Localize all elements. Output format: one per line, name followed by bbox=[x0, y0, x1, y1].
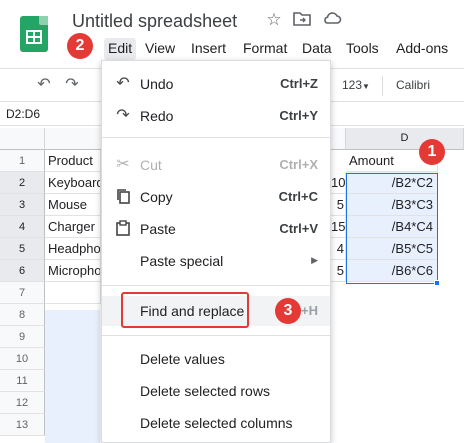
find-replace-highlight-box bbox=[121, 292, 249, 328]
menu-format[interactable]: Format bbox=[239, 38, 291, 60]
menu-item-delete-values[interactable]: Delete values bbox=[102, 344, 330, 374]
column-header-d[interactable]: D bbox=[346, 128, 464, 150]
number-format-label: 123 bbox=[342, 78, 363, 92]
menu-add-ons[interactable]: Add-ons bbox=[392, 38, 452, 60]
menu-item-copy[interactable]: Copy Ctrl+C bbox=[102, 182, 330, 212]
row-header[interactable]: 5 bbox=[0, 238, 45, 260]
menu-item-label: Delete selected columns bbox=[140, 415, 293, 431]
menu-item-label: Redo bbox=[140, 108, 174, 124]
font-family-dropdown[interactable]: Calibri bbox=[396, 78, 430, 92]
cell-a7[interactable] bbox=[45, 282, 101, 304]
menu-edit[interactable]: Edit bbox=[104, 38, 137, 60]
row-header[interactable]: 7 bbox=[0, 282, 45, 304]
row-header[interactable]: 2 bbox=[0, 172, 45, 194]
menu-item-label: Paste special bbox=[140, 253, 224, 269]
menu-item-paste-special[interactable]: Paste special ▶ bbox=[102, 246, 330, 276]
shortcut-label: Ctrl+V bbox=[279, 221, 318, 236]
cell-a1[interactable]: Product bbox=[45, 150, 101, 172]
menu-item-delete-columns[interactable]: Delete selected columns bbox=[102, 408, 330, 438]
cell-c2[interactable]: 10 bbox=[331, 172, 346, 194]
row-header[interactable]: 3 bbox=[0, 194, 45, 216]
number-format-dropdown[interactable]: 123▼ bbox=[342, 78, 370, 92]
menu-divider bbox=[102, 137, 330, 138]
sheets-window: Untitled spreadsheet ☆ Edit View Insert … bbox=[0, 0, 464, 443]
menu-item-label: Undo bbox=[140, 76, 174, 92]
row-header[interactable]: 12 bbox=[0, 392, 45, 414]
menu-item-undo[interactable]: ↶ Undo Ctrl+Z bbox=[102, 69, 330, 99]
menu-divider bbox=[102, 335, 330, 336]
undo-icon: ↶ bbox=[116, 75, 130, 92]
cell-a5[interactable]: Headphones bbox=[45, 238, 101, 260]
fill-handle[interactable] bbox=[434, 280, 440, 286]
menu-item-label: Paste bbox=[140, 221, 176, 237]
row-header[interactable]: 1 bbox=[0, 150, 45, 172]
menu-insert[interactable]: Insert bbox=[187, 38, 230, 60]
cell-c5[interactable]: 4 bbox=[331, 238, 346, 260]
chevron-down-icon: ▼ bbox=[362, 82, 370, 91]
shortcut-label: Ctrl+C bbox=[278, 189, 318, 204]
menu-item-label: Delete values bbox=[140, 351, 225, 367]
redo-icon[interactable]: ↷ bbox=[62, 75, 82, 95]
step-badge-3: 3 bbox=[275, 298, 301, 324]
star-icon[interactable]: ☆ bbox=[264, 10, 284, 30]
shortcut-label: Ctrl+Y bbox=[279, 108, 318, 123]
redo-icon: ↷ bbox=[116, 107, 130, 124]
copy-icon bbox=[114, 188, 132, 206]
undo-icon[interactable]: ↶ bbox=[34, 75, 54, 95]
menu-item-paste[interactable]: Paste Ctrl+V bbox=[102, 214, 330, 244]
scissors-icon: ✂ bbox=[116, 156, 130, 173]
menu-divider bbox=[102, 285, 330, 286]
shortcut-label: Ctrl+X bbox=[279, 157, 318, 172]
cell-a2[interactable]: Keyboard bbox=[45, 172, 101, 194]
document-title[interactable]: Untitled spreadsheet bbox=[72, 11, 237, 32]
step-badge-2: 2 bbox=[67, 33, 93, 59]
menu-item-cut[interactable]: ✂ Cut Ctrl+X bbox=[102, 150, 330, 180]
menu-view[interactable]: View bbox=[141, 38, 179, 60]
submenu-arrow-icon: ▶ bbox=[311, 255, 318, 265]
clipboard-icon bbox=[114, 220, 132, 238]
cell-c3[interactable]: 5 bbox=[331, 194, 346, 216]
row-header[interactable]: 4 bbox=[0, 216, 45, 238]
cell-d2[interactable]: /B2*C2 bbox=[346, 172, 438, 194]
select-all-corner[interactable] bbox=[0, 128, 45, 150]
edit-menu-dropdown: ↶ Undo Ctrl+Z ↷ Redo Ctrl+Y ✂ Cut Ctrl+X… bbox=[101, 60, 331, 443]
menu-item-label: Cut bbox=[140, 157, 162, 173]
cloud-status-icon[interactable] bbox=[322, 10, 342, 30]
menu-item-delete-rows[interactable]: Delete selected rows bbox=[102, 376, 330, 406]
selection-tint bbox=[45, 310, 100, 443]
cell-d4[interactable]: /B4*C4 bbox=[346, 216, 438, 238]
menu-item-redo[interactable]: ↷ Redo Ctrl+Y bbox=[102, 101, 330, 131]
toolbar-divider bbox=[382, 76, 383, 96]
menu-item-label: Copy bbox=[140, 189, 173, 205]
cell-d6[interactable]: /B6*C6 bbox=[346, 260, 438, 282]
cell-d3[interactable]: /B3*C3 bbox=[346, 194, 438, 216]
name-box[interactable]: D2:D6 bbox=[6, 107, 40, 121]
move-to-folder-icon[interactable] bbox=[292, 10, 312, 30]
menu-tools[interactable]: Tools bbox=[342, 38, 383, 60]
menu-data[interactable]: Data bbox=[298, 38, 336, 60]
row-header[interactable]: 6 bbox=[0, 260, 45, 282]
row-header[interactable]: 8 bbox=[0, 304, 45, 326]
cell-d5[interactable]: /B5*C5 bbox=[346, 238, 438, 260]
menu-item-label: Delete selected rows bbox=[140, 383, 270, 399]
cell-a3[interactable]: Mouse bbox=[45, 194, 101, 216]
row-header[interactable]: 13 bbox=[0, 414, 45, 436]
step-badge-1: 1 bbox=[419, 139, 445, 165]
cell-c6[interactable]: 5 bbox=[331, 260, 346, 282]
cell-c4[interactable]: 15 bbox=[331, 216, 346, 238]
cell-a4[interactable]: Charger bbox=[45, 216, 101, 238]
row-header[interactable]: 9 bbox=[0, 326, 45, 348]
row-header[interactable]: 10 bbox=[0, 348, 45, 370]
shortcut-label: Ctrl+Z bbox=[280, 76, 318, 91]
cell-a6[interactable]: Microphone bbox=[45, 260, 101, 282]
row-header[interactable]: 11 bbox=[0, 370, 45, 392]
